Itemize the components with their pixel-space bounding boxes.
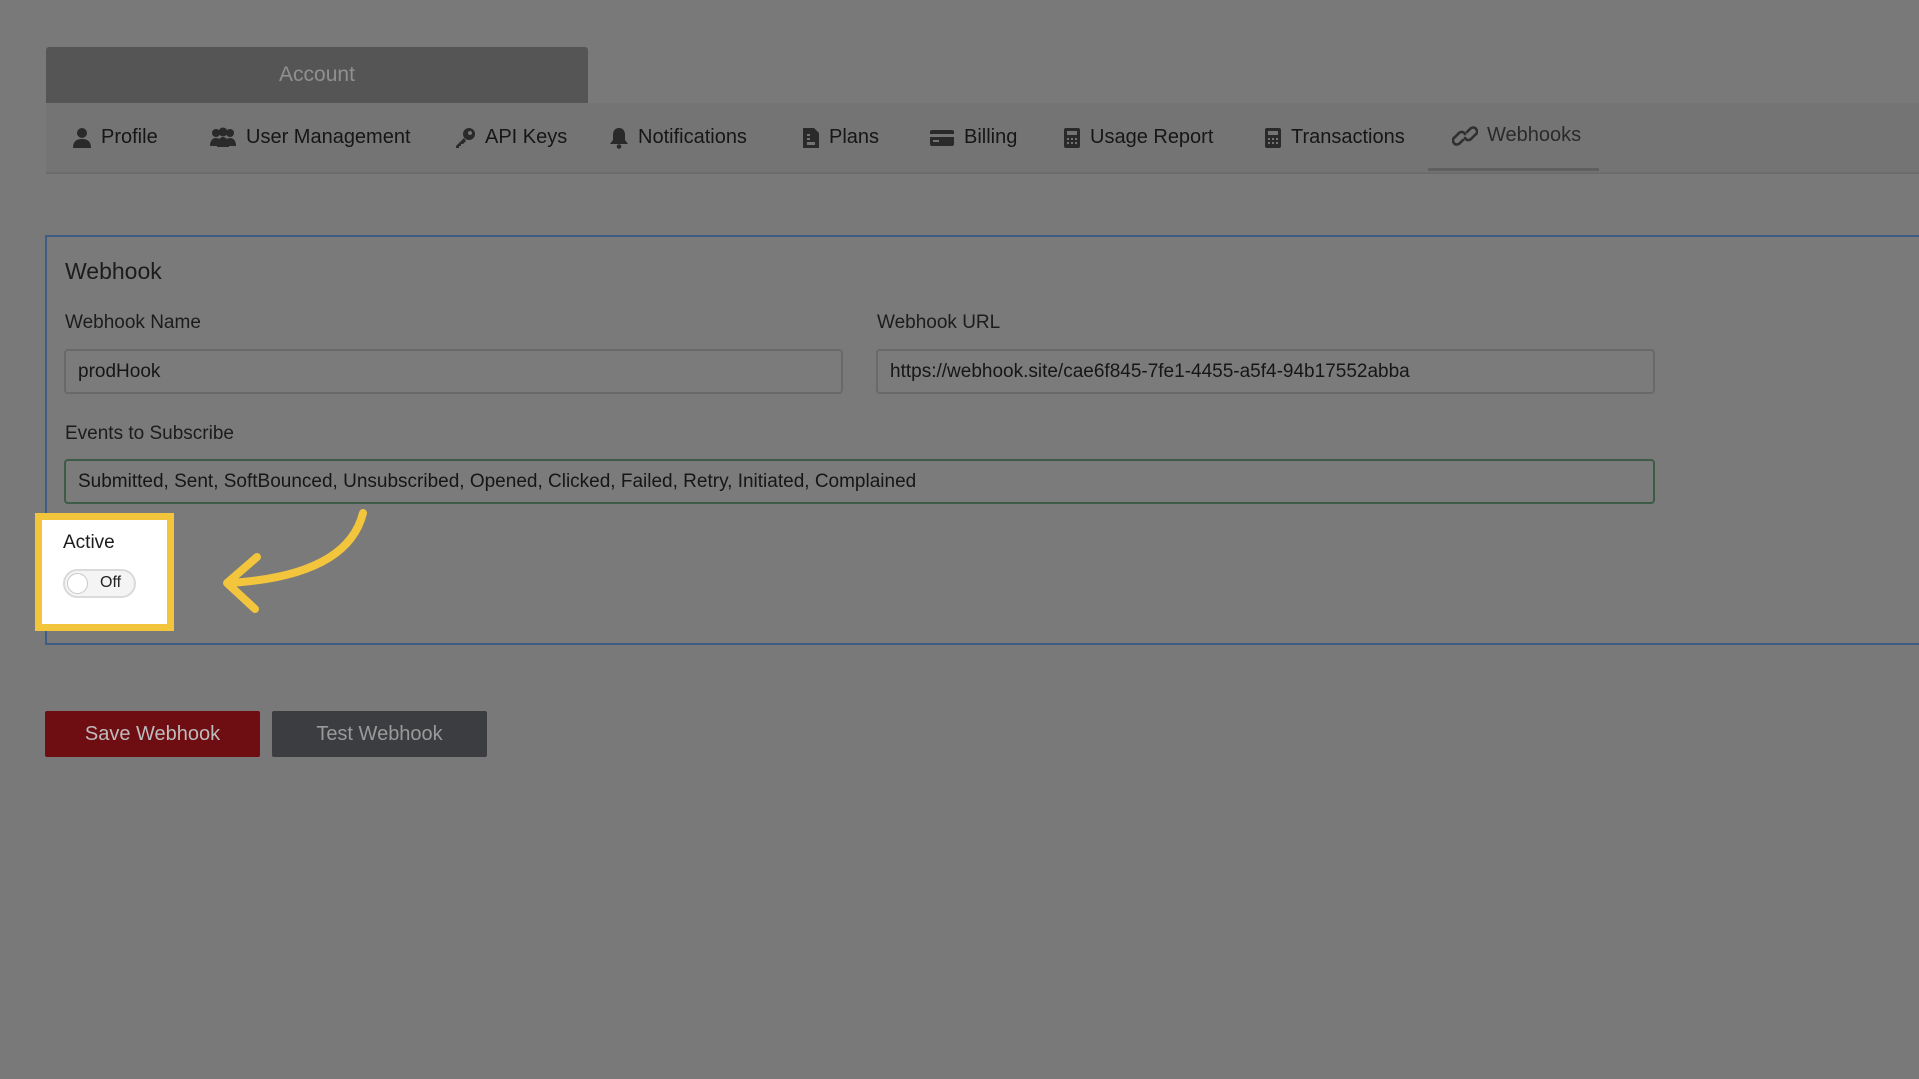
test-webhook-button[interactable]: Test Webhook: [272, 711, 487, 757]
account-header: Account: [46, 47, 588, 103]
events-label: Events to Subscribe: [65, 423, 234, 444]
toggle-state-text: Off: [100, 574, 122, 591]
tab-profile[interactable]: Profile: [72, 103, 158, 172]
tab-notifications[interactable]: Notifications: [609, 103, 747, 172]
tab-webhooks[interactable]: Webhooks: [1428, 103, 1600, 171]
active-label: Active: [63, 532, 115, 553]
webhook-name-input[interactable]: [64, 349, 843, 394]
account-tabs: Profile User Management API Keys Notific…: [46, 103, 1919, 174]
document-icon: [802, 127, 820, 149]
tab-api-keys[interactable]: API Keys: [454, 103, 567, 172]
tab-plans[interactable]: Plans: [802, 103, 879, 172]
tab-label: Transactions: [1291, 126, 1405, 148]
events-input[interactable]: [64, 459, 1655, 504]
tab-label: Webhooks: [1487, 124, 1582, 146]
users-icon: [209, 127, 237, 149]
tab-label: Billing: [964, 126, 1018, 148]
tab-transactions[interactable]: Transactions: [1264, 103, 1405, 172]
tab-label: Profile: [101, 126, 158, 148]
active-toggle[interactable]: Off: [63, 569, 136, 598]
calculator-icon: [1264, 127, 1282, 149]
account-title: Account: [279, 63, 355, 86]
tab-billing[interactable]: Billing: [929, 103, 1017, 172]
tab-label: User Management: [246, 126, 411, 148]
save-webhook-button[interactable]: Save Webhook: [45, 711, 260, 757]
bell-icon: [609, 127, 629, 149]
credit-card-icon: [929, 128, 955, 148]
tab-label: Plans: [829, 126, 880, 148]
tab-label: API Keys: [485, 126, 568, 148]
person-icon: [72, 127, 92, 149]
tab-usage-report[interactable]: Usage Report: [1063, 103, 1213, 172]
pointer-arrow-icon: [223, 509, 367, 613]
link-icon: [1452, 125, 1478, 147]
key-icon: [454, 127, 476, 149]
webhook-url-input[interactable]: [876, 349, 1655, 394]
tab-user-management[interactable]: User Management: [209, 103, 411, 172]
toggle-knob: [67, 573, 88, 594]
webhook-url-label: Webhook URL: [877, 312, 1001, 333]
panel-title: Webhook: [65, 258, 162, 284]
tab-label: Usage Report: [1090, 126, 1214, 148]
calculator-icon: [1063, 127, 1081, 149]
webhook-name-label: Webhook Name: [65, 312, 201, 333]
tab-label: Notifications: [638, 126, 747, 148]
